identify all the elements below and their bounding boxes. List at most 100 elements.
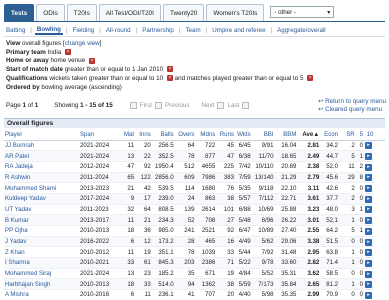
- first-page-button[interactable]: First: [140, 102, 152, 109]
- change-view-link[interactable]: change view: [65, 40, 100, 47]
- col-overs[interactable]: Overs: [174, 130, 196, 141]
- col-ave[interactable]: Ave▲: [297, 130, 321, 141]
- cell-player[interactable]: B Kumar: [4, 214, 79, 226]
- last-page-icon[interactable]: [242, 101, 250, 109]
- filter-qualifications: Qualifications wickets taken greater tha…: [6, 75, 386, 84]
- col-balls[interactable]: Balls: [151, 130, 175, 141]
- col-bbi[interactable]: BBI: [251, 130, 275, 141]
- cell-balls: 514.0: [151, 278, 175, 291]
- cell-player[interactable]: R Ashwin: [4, 172, 79, 184]
- cell-mat: 47: [120, 161, 136, 173]
- cell-econ: 45.6: [320, 172, 340, 184]
- next-page-icon[interactable]: [217, 101, 225, 109]
- row-expand-icon[interactable]: ▸: [365, 238, 373, 246]
- remove-filter-icon[interactable]: ×: [166, 66, 173, 73]
- cell-ave: 3.01: [297, 214, 321, 226]
- cell-mat: 13: [120, 150, 136, 162]
- cell-balls: 2856.0: [151, 172, 175, 184]
- row-expand-icon[interactable]: ▸: [365, 217, 373, 225]
- remove-filter-icon[interactable]: ×: [65, 49, 72, 56]
- remove-filter-icon[interactable]: ×: [307, 75, 314, 82]
- cell-player[interactable]: Mohammed Shami: [4, 182, 79, 194]
- row-expand-icon[interactable]: ▸: [365, 163, 373, 171]
- nav-team[interactable]: Team: [183, 27, 202, 34]
- tab-odis[interactable]: ODIs: [36, 4, 65, 21]
- cell-player[interactable]: RA Jadeja: [4, 161, 79, 173]
- cell-mat: 9: [120, 193, 136, 205]
- tab-twenty20[interactable]: Twenty20: [162, 4, 205, 21]
- row-expand-icon[interactable]: ▸: [365, 206, 373, 214]
- col-player[interactable]: Player: [4, 130, 79, 141]
- cell-player[interactable]: A Mishra: [4, 289, 79, 300]
- tab-womens-t20is[interactable]: Women's T20Is: [206, 4, 265, 21]
- nav-fielding[interactable]: Fielding: [71, 27, 97, 34]
- nav-bowling[interactable]: Bowling: [34, 26, 63, 35]
- previous-page-button[interactable]: Previous: [165, 102, 190, 109]
- cell-player[interactable]: Mohammed Siraj: [4, 268, 79, 280]
- col-econ[interactable]: Econ: [320, 130, 340, 141]
- cell-mdns: 465: [195, 236, 217, 248]
- cell-bbm: 20.69: [274, 161, 298, 173]
- cell-wkts: 5/59: [235, 278, 252, 291]
- nav-umpire-referee[interactable]: Umpire and referee: [210, 27, 267, 34]
- nav-aggregate[interactable]: Aggregate/overall: [275, 27, 328, 34]
- cell-player[interactable]: UT Yadav: [4, 204, 79, 216]
- cell-five-w: 0: [355, 182, 365, 194]
- row-expand-icon[interactable]: ▸: [365, 291, 373, 299]
- col-inns[interactable]: Inns: [135, 130, 152, 141]
- col-5w[interactable]: 5: [355, 130, 365, 141]
- cell-player[interactable]: Kuldeep Yadav: [4, 193, 79, 205]
- col-bbm[interactable]: BBM: [274, 130, 298, 141]
- row-expand-icon[interactable]: ▸: [365, 195, 373, 203]
- row-expand-icon[interactable]: ▸: [365, 270, 373, 278]
- previous-page-icon[interactable]: [154, 101, 162, 109]
- row-expand-icon[interactable]: ▸: [365, 259, 373, 267]
- filter-label: View: [6, 40, 21, 47]
- first-page-icon[interactable]: [129, 101, 137, 109]
- row-expand-icon[interactable]: ▸: [365, 249, 373, 257]
- row-expand-icon[interactable]: ▸: [365, 227, 373, 235]
- cell-bbm: 35.84: [274, 278, 298, 291]
- col-runs[interactable]: Runs: [216, 130, 236, 141]
- tab-t20is[interactable]: T20Is: [66, 4, 97, 21]
- cell-inns: 122: [135, 172, 152, 184]
- cell-mdns: 2386: [195, 257, 217, 269]
- cell-player[interactable]: Z Khan: [4, 246, 79, 259]
- cell-player[interactable]: Harbhajan Singh: [4, 278, 79, 291]
- cell-player[interactable]: J Yadav: [4, 236, 79, 248]
- cell-mat: 6: [120, 289, 136, 300]
- cell-player[interactable]: AR Patel: [4, 150, 79, 162]
- col-mdns[interactable]: Mdns: [195, 130, 217, 141]
- cell-bbi: 9/78: [251, 257, 275, 269]
- row-expand-icon[interactable]: ▸: [365, 153, 373, 161]
- cell-econ: 48.0: [320, 204, 340, 216]
- cell-balls: 256.5: [151, 140, 175, 152]
- cell-player[interactable]: PP Ojha: [4, 225, 79, 237]
- remove-filter-icon[interactable]: ×: [88, 57, 95, 64]
- col-mat[interactable]: Mat: [120, 130, 136, 141]
- col-10w[interactable]: 10: [364, 130, 375, 141]
- last-page-button[interactable]: Last: [227, 102, 239, 109]
- cell-player[interactable]: I Sharma: [4, 257, 79, 269]
- nav-partnership[interactable]: Partnership: [140, 27, 176, 34]
- cleared-query-menu-label: Cleared query menu: [325, 106, 383, 113]
- other-format-select[interactable]: - other - ▾: [270, 6, 335, 18]
- col-span[interactable]: Span: [78, 130, 121, 141]
- nav-batting[interactable]: Batting: [4, 27, 27, 34]
- next-page-button[interactable]: Next: [201, 102, 214, 109]
- row-expand-icon[interactable]: ▸: [365, 281, 373, 289]
- tab-all-formats[interactable]: All Test/ODI/T20I: [98, 4, 161, 21]
- cleared-query-menu-link[interactable]: ↩ Cleared query menu: [318, 106, 386, 114]
- return-query-menu-link[interactable]: ↩ Return to query menu: [318, 98, 386, 106]
- cell-player[interactable]: JJ Bumrah: [4, 140, 79, 152]
- nav-all-round[interactable]: All-round: [104, 27, 133, 34]
- tab-tests[interactable]: Tests: [4, 4, 35, 21]
- col-sr[interactable]: SR: [339, 130, 356, 141]
- col-wkts[interactable]: Wkts: [235, 130, 252, 141]
- cell-mdns: 877: [195, 150, 217, 162]
- row-expand-icon[interactable]: ▸: [365, 174, 373, 182]
- row-expand-icon[interactable]: ▸: [365, 185, 373, 193]
- row-expand-icon[interactable]: ▸: [365, 142, 373, 150]
- cell-runs: 383: [216, 172, 236, 184]
- remove-filter-icon[interactable]: ×: [166, 75, 173, 82]
